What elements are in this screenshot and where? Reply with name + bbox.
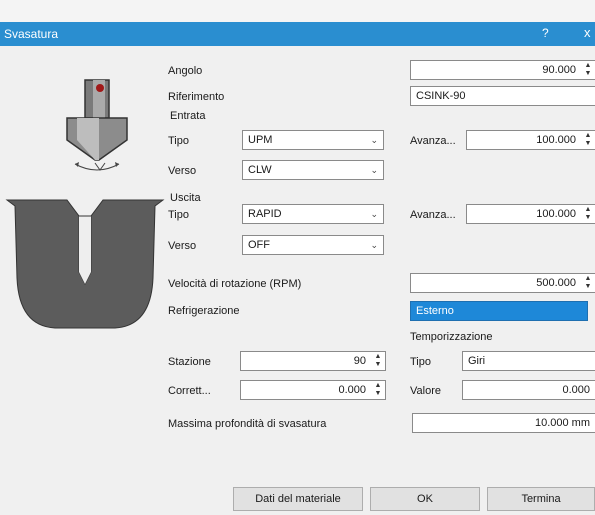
- riferimento-field[interactable]: CSINK-90: [410, 86, 595, 106]
- profondita-field[interactable]: 10.000 mm: [412, 413, 595, 433]
- refrigerazione-select[interactable]: Esterno: [410, 301, 588, 321]
- uscita-tipo-label: Tipo: [168, 209, 189, 221]
- correttore-field[interactable]: 0.000 ▲ ▼: [240, 380, 386, 400]
- uscita-avanza-field[interactable]: 100.000 ▲ ▼: [466, 204, 595, 224]
- entrata-avanza-value: 100.000: [536, 134, 576, 146]
- entrata-avanza-spin-icon[interactable]: ▲ ▼: [583, 132, 593, 148]
- refrigerazione-label: Refrigerazione: [168, 305, 240, 317]
- chevron-down-icon: ⌄: [370, 165, 378, 175]
- entrata-verso-label: Verso: [168, 165, 197, 177]
- profondita-label: Massima profondità di svasatura: [168, 418, 327, 430]
- chevron-down-icon: ⌄: [370, 209, 378, 219]
- workpiece-section-illustration: [5, 199, 165, 329]
- uscita-verso-label: Verso: [168, 240, 197, 252]
- velocita-field[interactable]: 500.000 ▲ ▼: [410, 273, 595, 293]
- uscita-avanza-value: 100.000: [536, 208, 576, 220]
- velocita-value: 500.000: [536, 277, 576, 289]
- title-bar: Svasatura ? x: [0, 22, 595, 46]
- uscita-group-label: Uscita: [170, 192, 201, 204]
- uscita-avanza-label: Avanza...: [410, 209, 456, 221]
- riferimento-label: Riferimento: [168, 91, 225, 103]
- temp-tipo-value: Giri: [468, 355, 486, 367]
- temp-tipo-label: Tipo: [410, 356, 431, 368]
- ok-button[interactable]: OK: [370, 487, 480, 511]
- entrata-avanza-field[interactable]: 100.000 ▲ ▼: [466, 130, 595, 150]
- temp-valore-field[interactable]: 0.000: [462, 380, 595, 400]
- entrata-verso-value: CLW: [248, 164, 272, 176]
- correttore-spin-icon[interactable]: ▲ ▼: [373, 382, 383, 398]
- material-data-button[interactable]: Dati del materiale: [233, 487, 363, 511]
- velocita-label: Velocità di rotazione (RPM): [168, 278, 302, 290]
- uscita-avanza-spin-icon[interactable]: ▲ ▼: [583, 206, 593, 222]
- stazione-spin-icon[interactable]: ▲ ▼: [373, 353, 383, 369]
- chevron-down-icon: ⌄: [370, 240, 378, 250]
- angolo-label: Angolo: [168, 65, 203, 77]
- temp-tipo-select[interactable]: Giri: [462, 351, 595, 371]
- uscita-verso-value: OFF: [248, 239, 270, 251]
- temp-valore-label: Valore: [410, 385, 441, 397]
- temp-valore-value: 0.000: [562, 384, 590, 396]
- cancel-button[interactable]: Termina: [487, 487, 595, 511]
- chevron-down-icon: ⌄: [370, 135, 378, 145]
- entrata-group-label: Entrata: [170, 110, 206, 122]
- velocita-spin-icon[interactable]: ▲ ▼: [583, 275, 593, 291]
- angolo-field[interactable]: 90.000 ▲ ▼: [410, 60, 595, 80]
- uscita-tipo-value: RAPID: [248, 208, 282, 220]
- uscita-tipo-select[interactable]: RAPID ⌄: [242, 204, 384, 224]
- refrigerazione-value: Esterno: [416, 305, 454, 317]
- temporizzazione-group-label: Temporizzazione: [410, 331, 493, 343]
- entrata-tipo-select[interactable]: UPM ⌄: [242, 130, 384, 150]
- entrata-verso-select[interactable]: CLW ⌄: [242, 160, 384, 180]
- close-icon[interactable]: x: [584, 25, 591, 40]
- profondita-value: 10.000 mm: [534, 417, 590, 429]
- riferimento-value: CSINK-90: [416, 90, 466, 102]
- window-title: Svasatura: [4, 27, 59, 41]
- help-icon[interactable]: ?: [542, 26, 549, 40]
- angolo-spin-icon[interactable]: ▲ ▼: [583, 62, 593, 78]
- countersink-tool-illustration: [66, 79, 128, 171]
- entrata-tipo-value: UPM: [248, 134, 273, 146]
- uscita-verso-select[interactable]: OFF ⌄: [242, 235, 384, 255]
- correttore-label: Corrett...: [168, 385, 211, 397]
- entrata-tipo-label: Tipo: [168, 135, 189, 147]
- stazione-field[interactable]: 90 ▲ ▼: [240, 351, 386, 371]
- stazione-label: Stazione: [168, 356, 211, 368]
- entrata-avanza-label: Avanza...: [410, 135, 456, 147]
- background-window-strip: [0, 0, 595, 22]
